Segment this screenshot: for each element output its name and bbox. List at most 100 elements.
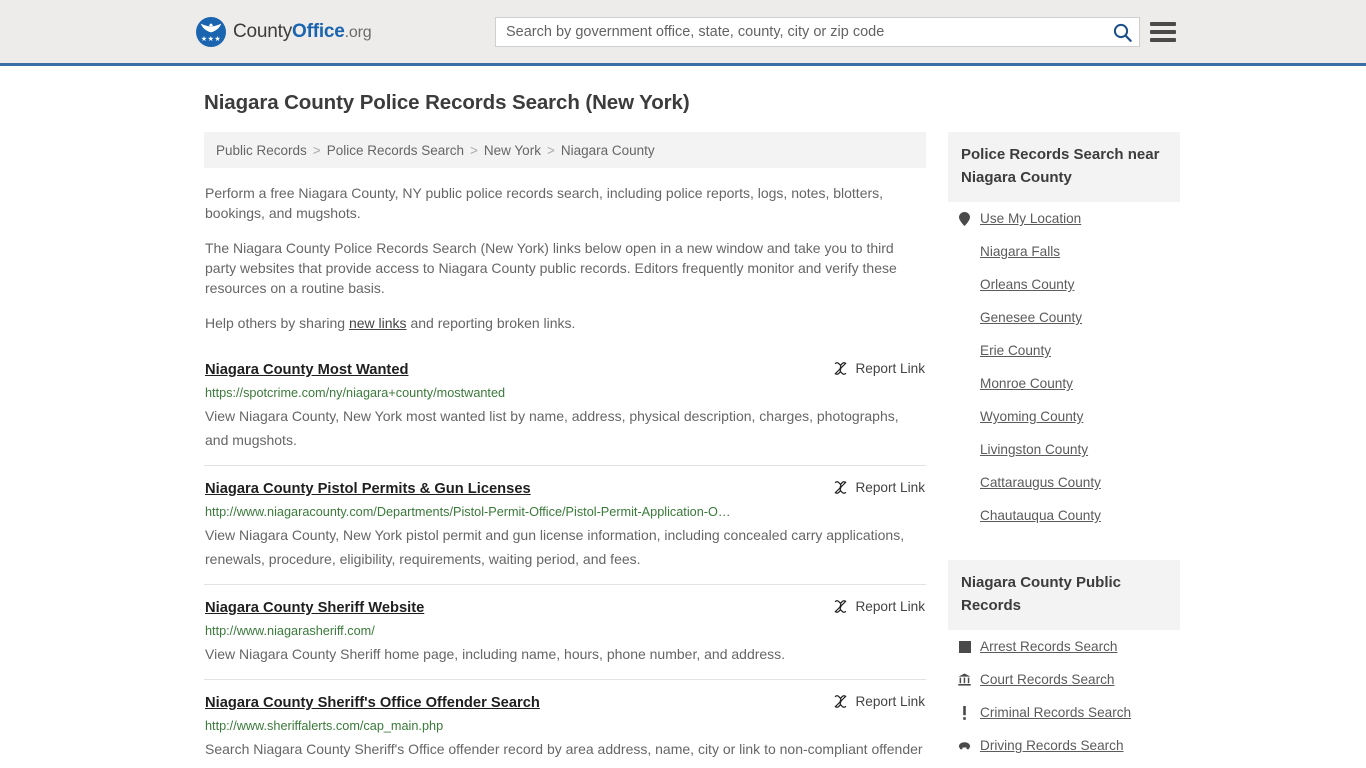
breadcrumb-separator: > xyxy=(470,142,478,158)
result-header: Niagara County Most Wanted Report Link xyxy=(205,360,925,380)
intro-p3-after: and reporting broken links. xyxy=(406,315,576,331)
sidebar-nearby-item[interactable]: Chautauqua County xyxy=(948,499,1180,532)
report-link-button[interactable]: Report Link xyxy=(833,479,925,495)
sidebar-nearby-item[interactable]: Erie County xyxy=(948,334,1180,367)
result-title-link[interactable]: Niagara County Most Wanted xyxy=(205,360,408,380)
logo-text-office: Office xyxy=(292,20,345,42)
breadcrumb-item-1[interactable]: Public Records xyxy=(216,143,307,158)
result-title-link[interactable]: Niagara County Sheriff's Office Offender… xyxy=(205,693,540,713)
sidebar-record-item[interactable]: Court Records Search xyxy=(948,663,1180,696)
sidebar-nearby-link[interactable]: Niagara Falls xyxy=(980,244,1060,259)
site-logo[interactable]: ★★★ CountyOffice.org xyxy=(196,16,372,47)
sidebar-nearby-item[interactable]: Wyoming County xyxy=(948,400,1180,433)
sidebar-nearby-link[interactable]: Wyoming County xyxy=(980,409,1083,424)
sidebar-nearby-item[interactable]: Orleans County xyxy=(948,268,1180,301)
result-url: https://spotcrime.com/ny/niagara+county/… xyxy=(205,386,506,400)
breadcrumb-item-3[interactable]: New York xyxy=(484,143,541,158)
no-icon-spacer xyxy=(958,409,971,424)
no-icon-spacer xyxy=(958,508,971,523)
sidebar-public-records-box: Niagara County Public Records Arrest Rec… xyxy=(948,560,1180,762)
result-header: Niagara County Pistol Permits & Gun Lice… xyxy=(205,479,925,499)
results-list: Niagara County Most Wanted Report Link htt… xyxy=(204,355,926,768)
broken-link-icon xyxy=(835,695,847,708)
map-pin-icon xyxy=(958,211,971,226)
sidebar-nearby-link[interactable]: Chautauqua County xyxy=(980,508,1101,523)
sidebar-nearby-link[interactable]: Erie County xyxy=(980,343,1051,358)
sidebar-nearby-link[interactable]: Orleans County xyxy=(980,277,1074,292)
sidebar-record-link[interactable]: Arrest Records Search xyxy=(980,639,1118,654)
sidebar-nearby-heading: Police Records Search near Niagara Count… xyxy=(948,132,1180,202)
sidebar-nearby-link[interactable]: Cattaraugus County xyxy=(980,475,1101,490)
broken-link-icon xyxy=(835,362,847,375)
result-title-link[interactable]: Niagara County Sheriff Website xyxy=(205,598,424,618)
breadcrumb-item-2[interactable]: Police Records Search xyxy=(327,143,464,158)
eagle-seal-icon: ★★★ xyxy=(196,16,226,47)
sidebar-record-item[interactable]: Arrest Records Search xyxy=(948,630,1180,663)
exclamation-icon xyxy=(963,705,966,720)
result-url: http://www.niagaracounty.com/Departments… xyxy=(205,505,731,519)
logo-text-county: County xyxy=(233,20,293,42)
car-icon xyxy=(958,742,971,750)
no-icon-spacer xyxy=(958,442,971,457)
broken-link-icon xyxy=(835,481,847,494)
sidebar-record-item[interactable]: Criminal Records Search xyxy=(948,696,1180,729)
sidebar-nearby-item[interactable]: Use My Location xyxy=(948,202,1180,235)
content-columns: Public Records > Police Records Search > New… xyxy=(204,132,1180,768)
breadcrumb-item-4[interactable]: Niagara County xyxy=(561,143,655,158)
no-icon-spacer xyxy=(958,277,971,292)
hamburger-menu-icon[interactable] xyxy=(1150,19,1176,45)
search-input[interactable] xyxy=(496,24,1105,40)
menu-bar-3 xyxy=(1150,38,1176,42)
result-item: Niagara County Sheriff's Office Offender… xyxy=(204,679,926,768)
report-link-button[interactable]: Report Link xyxy=(833,360,925,376)
report-link-label: Report Link xyxy=(855,694,925,709)
result-description: Search Niagara County Sheriff's Office o… xyxy=(205,741,923,768)
report-link-button[interactable]: Report Link xyxy=(833,693,925,709)
sidebar-nearby-item[interactable]: Genesee County xyxy=(948,301,1180,334)
sidebar-nearby-item[interactable]: Niagara Falls xyxy=(948,235,1180,268)
eagle-glyph xyxy=(200,22,222,32)
sidebar-nearby-item[interactable]: Livingston County xyxy=(948,433,1180,466)
result-url: http://www.niagarasheriff.com/ xyxy=(205,624,375,638)
result-title-link[interactable]: Niagara County Pistol Permits & Gun Lice… xyxy=(205,479,531,499)
result-url: http://www.sheriffalerts.com/cap_main.ph… xyxy=(205,719,444,733)
result-item: Niagara County Most Wanted Report Link htt… xyxy=(204,355,926,465)
no-icon-spacer xyxy=(958,343,971,358)
sidebar-nearby-link[interactable]: Livingston County xyxy=(980,442,1088,457)
logo-text-org: .org xyxy=(344,23,372,41)
sidebar-nearby-item[interactable]: Cattaraugus County xyxy=(948,466,1180,499)
sidebar-nearby-link[interactable]: Genesee County xyxy=(980,310,1082,325)
page-container: Niagara County Police Records Search (Ne… xyxy=(0,91,1366,768)
sidebar-record-item[interactable]: Driving Records Search xyxy=(948,729,1180,762)
report-link-button[interactable]: Report Link xyxy=(833,598,925,614)
site-header: ★★★ CountyOffice.org xyxy=(0,0,1366,66)
sidebar: Police Records Search near Niagara Count… xyxy=(948,132,1180,762)
no-icon-spacer xyxy=(958,475,971,490)
search-button[interactable] xyxy=(1105,18,1139,46)
logo-wordmark: CountyOffice.org xyxy=(233,20,372,43)
sidebar-record-link[interactable]: Criminal Records Search xyxy=(980,705,1131,720)
report-link-label: Report Link xyxy=(855,361,925,376)
stars-glyph: ★★★ xyxy=(200,35,222,43)
courthouse-icon xyxy=(958,673,971,686)
no-icon-spacer xyxy=(958,376,971,391)
sidebar-record-link[interactable]: Court Records Search xyxy=(980,672,1114,687)
result-description: View Niagara County, New York pistol per… xyxy=(205,527,905,567)
sidebar-nearby-item[interactable]: Monroe County xyxy=(948,367,1180,400)
result-header: Niagara County Sheriff's Office Offender… xyxy=(205,693,925,713)
search-bar[interactable] xyxy=(495,17,1140,47)
search-icon xyxy=(1113,23,1132,42)
new-links-link[interactable]: new links xyxy=(349,315,407,331)
main-column: Public Records > Police Records Search > New… xyxy=(204,132,926,768)
intro-paragraph-3: Help others by sharing new links and rep… xyxy=(204,313,926,333)
no-icon-spacer xyxy=(958,310,971,325)
sidebar-public-records-heading: Niagara County Public Records xyxy=(948,560,1180,630)
result-header: Niagara County Sheriff Website Report Lin… xyxy=(205,598,925,618)
sidebar-record-link[interactable]: Driving Records Search xyxy=(980,738,1124,753)
sidebar-nearby-link[interactable]: Use My Location xyxy=(980,211,1081,226)
intro-paragraph-1: Perform a free Niagara County, NY public… xyxy=(205,185,884,221)
result-item: Niagara County Pistol Permits & Gun Lice… xyxy=(204,465,926,584)
broken-link-icon xyxy=(835,600,847,613)
menu-bar-1 xyxy=(1150,22,1176,26)
sidebar-nearby-link[interactable]: Monroe County xyxy=(980,376,1073,391)
